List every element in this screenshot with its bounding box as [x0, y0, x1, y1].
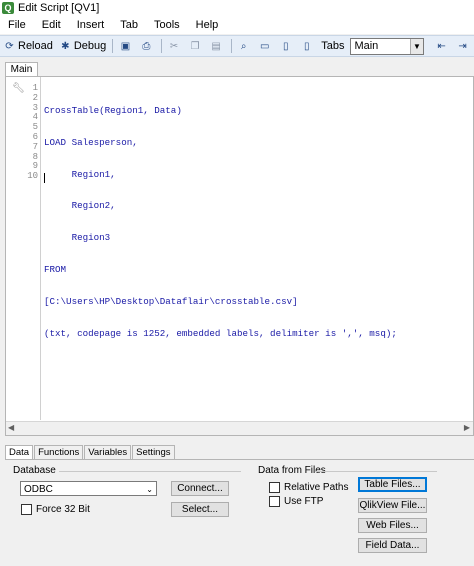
- copy-icon: ❐: [190, 40, 200, 52]
- scroll-right-icon[interactable]: ▶: [464, 423, 470, 432]
- reload-button[interactable]: ⟳ Reload: [0, 37, 56, 55]
- code-line: FROM: [44, 263, 67, 275]
- code-line: [C:\Users\HP\Desktop\Dataflair\crosstabl…: [44, 295, 298, 307]
- folder-icon: ▭: [259, 40, 270, 52]
- paste-icon: ▤: [211, 40, 221, 52]
- relative-paths-checkbox[interactable]: Relative Paths: [269, 482, 348, 493]
- paste-button[interactable]: ▤: [207, 37, 228, 55]
- line-number: 10: [27, 171, 38, 182]
- group-divider: [315, 471, 437, 472]
- web-files-button[interactable]: Web Files...: [358, 518, 427, 533]
- toolbar-separator: [112, 39, 113, 53]
- reload-icon: ⟳: [5, 40, 14, 52]
- tab-add-button[interactable]: ▯: [276, 37, 297, 55]
- save-icon: ▣: [120, 40, 131, 52]
- tabs-label: Tabs: [318, 37, 347, 55]
- group-divider: [59, 471, 241, 472]
- title-bar: Q Edit Script [QV1]: [0, 0, 474, 16]
- force-32-bit-label: Force 32 Bit: [36, 504, 90, 515]
- code-line: Region1,: [44, 168, 116, 180]
- code-line: LOAD Salesperson,: [44, 136, 138, 148]
- connect-button[interactable]: Connect...: [171, 481, 229, 496]
- menu-tab[interactable]: Tab: [112, 16, 146, 34]
- horizontal-scrollbar[interactable]: ◀ ▶: [6, 421, 473, 435]
- tab-variables[interactable]: Variables: [84, 445, 132, 459]
- chevron-down-icon[interactable]: ▼: [410, 38, 424, 54]
- field-data-button[interactable]: Field Data...: [358, 538, 427, 553]
- debug-icon: ✱: [61, 40, 70, 52]
- script-code[interactable]: CrossTable(Region1, Data) LOAD Salespers…: [44, 84, 397, 424]
- menu-tools[interactable]: Tools: [146, 16, 188, 34]
- checkbox-box[interactable]: [269, 482, 280, 493]
- checkbox-box[interactable]: [21, 504, 32, 515]
- database-group-label: Database: [13, 465, 56, 476]
- code-line: (txt, codepage is 1252, embedded labels,…: [44, 327, 397, 339]
- table-files-button[interactable]: Table Files...: [358, 477, 427, 492]
- use-ftp-label: Use FTP: [284, 496, 324, 507]
- use-ftp-checkbox[interactable]: Use FTP: [269, 496, 323, 507]
- wrench-icon: 🔧︎: [12, 83, 25, 94]
- save-button[interactable]: ▣: [116, 37, 137, 55]
- tab-left-button[interactable]: ⇤: [432, 37, 453, 55]
- menu-bar: File Edit Insert Tab Tools Help: [0, 16, 474, 34]
- bottom-tab-strip: Data Functions Variables Settings: [5, 445, 176, 460]
- tab-selector[interactable]: Main ▼: [350, 37, 425, 55]
- tabs-label-text: Tabs: [321, 40, 345, 52]
- cut-button[interactable]: ✂: [165, 37, 186, 55]
- force-32-bit-checkbox[interactable]: Force 32 Bit: [21, 504, 90, 515]
- menu-insert[interactable]: Insert: [69, 16, 113, 34]
- editor-gutter: 🔧︎ 1 2 3 4 5 6 7 8 9 10: [6, 77, 41, 420]
- database-select-value: ODBC: [24, 484, 53, 495]
- chevron-down-icon: ⌄: [146, 485, 153, 494]
- toolbar-separator: [230, 39, 232, 53]
- tab-move-left-icon: ⇤: [437, 40, 446, 52]
- qlikview-file-button[interactable]: QlikView File...: [358, 498, 427, 513]
- tab-settings[interactable]: Settings: [132, 445, 175, 459]
- toolbar-separator: [160, 39, 162, 53]
- relative-paths-label: Relative Paths: [284, 482, 349, 493]
- menu-help[interactable]: Help: [188, 16, 227, 34]
- menu-edit[interactable]: Edit: [34, 16, 69, 34]
- tab-add-icon: ▯: [282, 40, 289, 52]
- cut-icon: ✂: [169, 40, 179, 52]
- data-panel: Database ODBC ⌄ Connect... Select... For…: [5, 459, 474, 566]
- debug-button[interactable]: ✱ Debug: [56, 37, 109, 55]
- tab-main[interactable]: Main: [5, 62, 38, 77]
- code-line: Region2,: [44, 200, 116, 212]
- scroll-left-icon[interactable]: ◀: [8, 423, 14, 432]
- database-select[interactable]: ODBC ⌄: [20, 481, 157, 496]
- line-numbers: 1 2 3 4 5 6 7 8 9 10: [24, 83, 38, 182]
- qlikview-app-icon: Q: [2, 2, 14, 14]
- tab-remove-button[interactable]: ▯: [297, 37, 318, 55]
- copy-button[interactable]: ❐: [186, 37, 207, 55]
- code-line: CrossTable(Region1, Data): [44, 105, 182, 116]
- search-icon: ⌕: [240, 40, 247, 52]
- debug-label: Debug: [73, 40, 107, 52]
- tab-selector-value: Main: [354, 40, 379, 52]
- print-button[interactable]: ⎙: [137, 37, 158, 55]
- tab-functions[interactable]: Functions: [34, 445, 84, 459]
- script-editor[interactable]: 🔧︎ 1 2 3 4 5 6 7 8 9 10 CrossTable(Regio…: [5, 76, 474, 436]
- reload-label: Reload: [18, 40, 53, 52]
- open-button[interactable]: ▭: [255, 37, 276, 55]
- find-button[interactable]: ⌕: [234, 37, 255, 55]
- toolbar: ⟳ Reload ✱ Debug ▣ ⎙ ✂ ❐ ▤ ⌕ ▭ ▯ ▯ Tabs …: [0, 35, 474, 57]
- menu-file[interactable]: File: [0, 16, 34, 34]
- tab-right-button[interactable]: ⇥: [453, 37, 474, 55]
- checkbox-box[interactable]: [269, 496, 280, 507]
- window-title: Edit Script [QV1]: [18, 2, 100, 14]
- tab-move-right-icon: ⇥: [458, 40, 467, 52]
- print-icon: ⎙: [142, 40, 151, 52]
- text-caret: [44, 173, 45, 183]
- tab-data[interactable]: Data: [5, 445, 34, 460]
- code-line: Region3: [44, 232, 111, 244]
- tab-remove-icon: ▯: [303, 40, 310, 52]
- select-button[interactable]: Select...: [171, 502, 229, 517]
